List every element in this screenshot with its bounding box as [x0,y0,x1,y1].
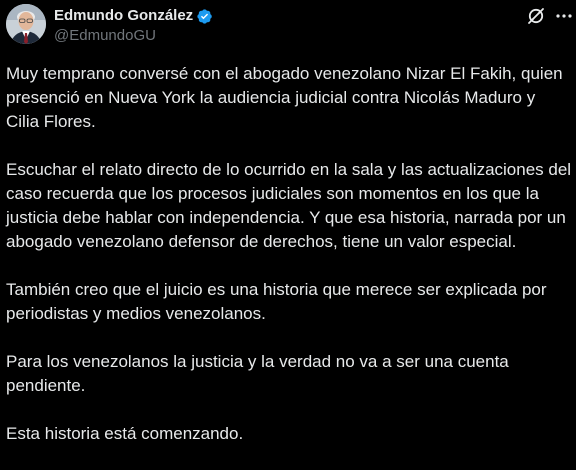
tweet-paragraph-4: Para los venezolanos la justicia y la ve… [6,352,509,395]
tweet-paragraph-2: Escuchar el relato directo de lo ocurrid… [6,160,572,251]
tweet-paragraph-5: Esta historia está comenzando. [6,424,244,443]
avatar[interactable] [6,4,46,44]
more-icon[interactable] [554,6,574,26]
tweet-paragraph-3: También creo que el juicio es una histor… [6,280,547,323]
author-name-row[interactable]: Edmundo González [54,6,213,26]
tweet-card: Edmundo González @EdmundoGU Muy temprano… [0,0,576,469]
author-handle[interactable]: @EdmundoGU [54,26,156,46]
tweet-text: Muy temprano conversé con el abogado ven… [6,62,572,470]
grok-icon[interactable] [526,6,546,26]
author-display-name[interactable]: Edmundo González [54,6,193,26]
tweet-paragraph-1: Muy temprano conversé con el abogado ven… [6,64,563,131]
verified-badge-icon[interactable] [196,8,213,25]
